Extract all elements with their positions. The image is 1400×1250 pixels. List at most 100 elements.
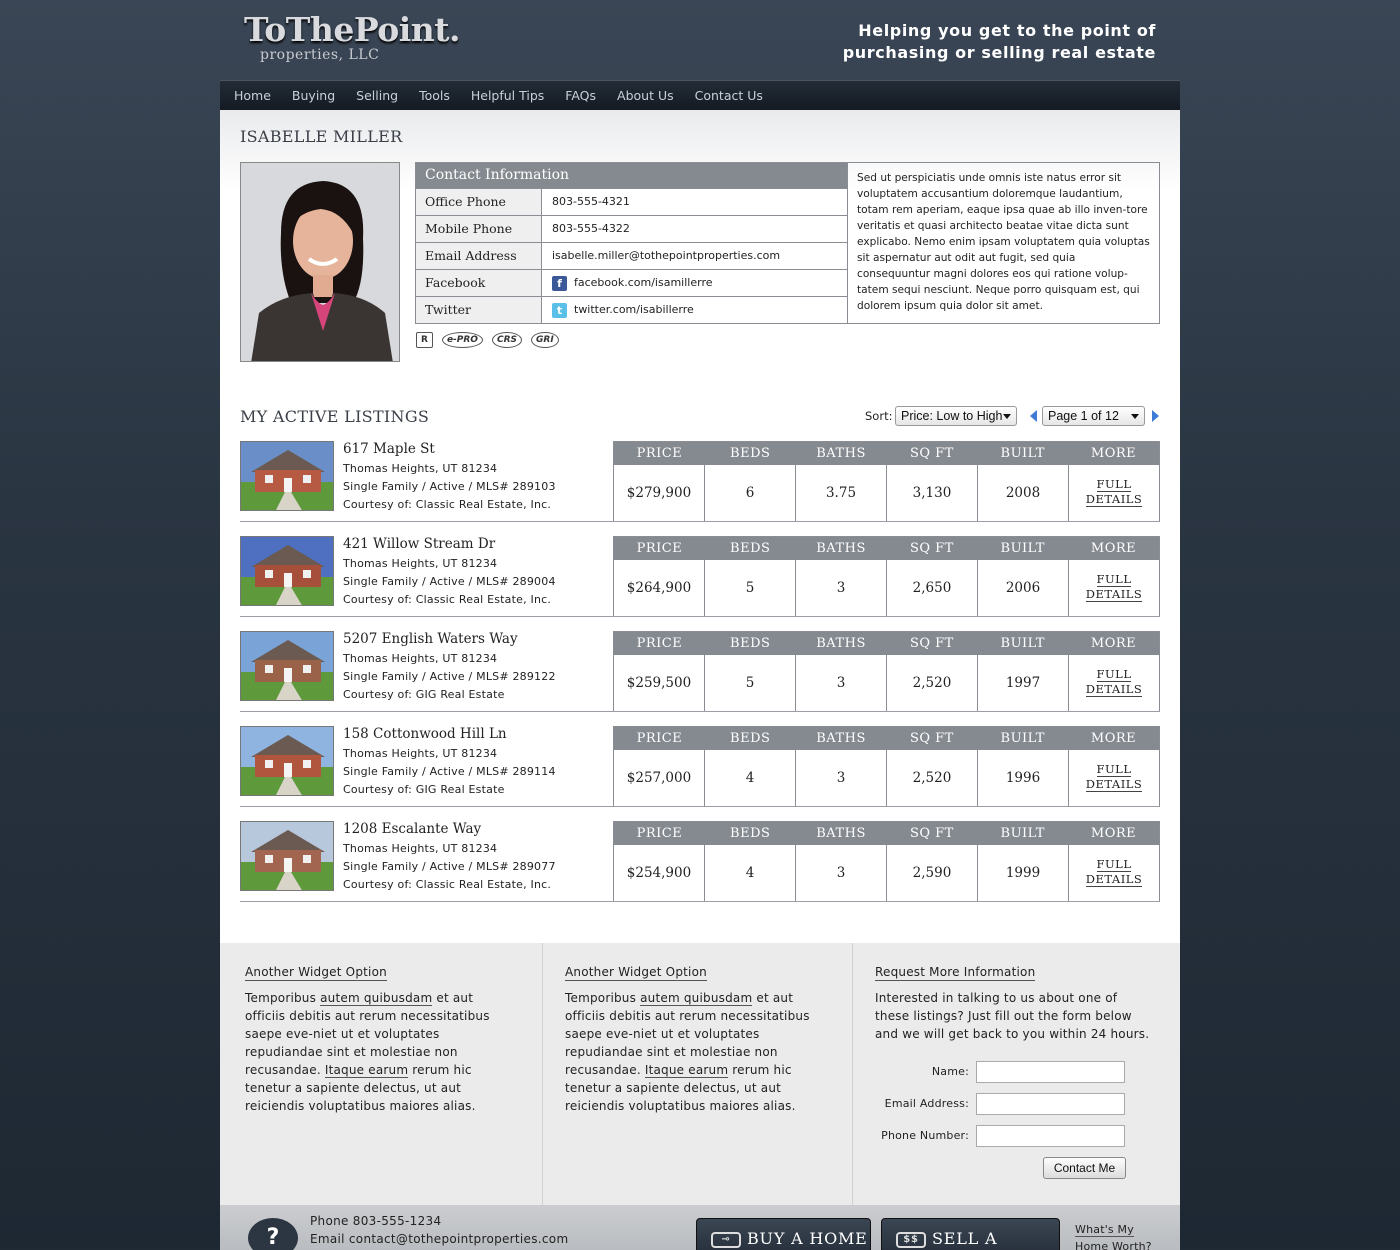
email-form-label: Email Address: (884, 1097, 969, 1110)
sort-select[interactable]: Price: Low to High (895, 406, 1017, 426)
full-details-line-2[interactable]: DETAILS (1085, 682, 1143, 697)
agent-bio: Sed ut perspiciatis unde omnis iste natu… (847, 162, 1160, 324)
home-worth-line-1[interactable]: What's My (1075, 1223, 1134, 1237)
listing-courtesy: Courtesy of: GIG Real Estate (343, 783, 505, 796)
nav-contact-us[interactable]: Contact Us (695, 81, 763, 111)
header-built: BUILT (1000, 541, 1045, 556)
header-built: BUILT (1000, 636, 1045, 651)
full-details-line-1[interactable]: FULL (1096, 762, 1132, 777)
sell-a-home-button[interactable]: $$ SELL A HOME (881, 1218, 1060, 1250)
nav-helpful-tips[interactable]: Helpful Tips (471, 81, 544, 111)
logo[interactable]: ToThePoint. (244, 10, 461, 49)
next-page-arrow-icon[interactable] (1152, 410, 1159, 422)
listing-stats-header: PRICE BEDS BATHS SQ FT BUILT MORE (614, 442, 1159, 465)
chevron-down-icon (1131, 414, 1139, 419)
home-worth-line-2[interactable]: Home Worth? (1075, 1240, 1152, 1250)
listing-stats-header: PRICE BEDS BATHS SQ FT BUILT MORE (614, 822, 1159, 845)
full-details-line-2[interactable]: DETAILS (1085, 492, 1143, 507)
listing-thumbnail[interactable] (240, 536, 334, 606)
facebook-row: Facebook f facebook.com/isamillerre (416, 269, 847, 296)
listing-type: Single Family / Active / MLS# 289103 (343, 480, 556, 493)
full-details-line-1[interactable]: FULL (1096, 667, 1132, 682)
full-details-line-2[interactable]: DETAILS (1085, 872, 1143, 887)
office-phone-row: Office Phone 803-555-4321 (416, 188, 847, 215)
nav-buying[interactable]: Buying (292, 81, 335, 111)
listing-thumbnail[interactable] (240, 821, 334, 891)
contact-me-button[interactable]: Contact Me (1043, 1157, 1126, 1179)
listing-address[interactable]: 5207 English Waters Way (343, 631, 518, 647)
listing-thumbnail[interactable] (240, 631, 334, 701)
widget-2-link-2[interactable]: Itaque earum (644, 1063, 729, 1078)
facebook-link[interactable]: facebook.com/isamillerre (574, 270, 713, 296)
listing-baths: 3.75 (796, 465, 887, 521)
buy-a-home-button[interactable]: ⊸ BUY A HOME (696, 1218, 871, 1250)
listing-sqft: 2,520 (887, 750, 978, 806)
full-details-link[interactable]: FULL DETAILS (1069, 750, 1159, 806)
email-input[interactable] (976, 1093, 1125, 1115)
full-details-link[interactable]: FULL DETAILS (1069, 560, 1159, 616)
listings-title: MY ACTIVE LISTINGS (240, 407, 430, 426)
listing-address[interactable]: 158 Cottonwood Hill Ln (343, 726, 507, 742)
listing-city: Thomas Heights, UT 81234 (343, 462, 498, 475)
phone-input[interactable] (976, 1125, 1125, 1147)
listing-address[interactable]: 1208 Escalante Way (343, 821, 481, 837)
widget-2-text-1: Temporibus (565, 991, 641, 1005)
nav-selling[interactable]: Selling (356, 81, 398, 111)
full-details-line-2[interactable]: DETAILS (1085, 777, 1143, 792)
request-info-text: Interested in talking to us about one of… (875, 991, 1150, 1041)
listing-row: 5207 English Waters Way Thomas Heights, U… (240, 631, 1160, 712)
widget-1-title: Another Widget Option (245, 965, 387, 981)
full-details-line-1[interactable]: FULL (1096, 857, 1132, 872)
header-baths: BATHS (816, 826, 866, 841)
home-worth-link[interactable]: What's My Home Worth? (1075, 1221, 1152, 1250)
widget-1-link-2[interactable]: Itaque earum (324, 1063, 409, 1078)
email-link[interactable]: isabelle.miller@tothepointproperties.com (552, 243, 780, 269)
listing-thumbnail[interactable] (240, 726, 334, 796)
twitter-value[interactable]: t twitter.com/isabillerre (542, 297, 847, 323)
nav-tools[interactable]: Tools (419, 81, 450, 111)
listing-price: $279,900 (614, 465, 705, 521)
phone-row: Phone Number: (853, 1125, 1153, 1147)
name-label: Name: (931, 1065, 969, 1078)
listing-address[interactable]: 617 Maple St (343, 441, 435, 457)
full-details-line-1[interactable]: FULL (1096, 477, 1132, 492)
page-select[interactable]: Page 1 of 12 (1042, 406, 1145, 426)
listing-stats-table: PRICE BEDS BATHS SQ FT BUILT MORE $254,900 4 3 2,… (613, 821, 1160, 901)
full-details-line-2[interactable]: DETAILS (1085, 587, 1143, 602)
listing-built: 1996 (978, 750, 1069, 806)
full-details-link[interactable]: FULL DETAILS (1069, 655, 1159, 711)
widget-1-text-1: Temporibus (245, 991, 321, 1005)
facebook-value[interactable]: f facebook.com/isamillerre (542, 270, 847, 296)
listing-courtesy: Courtesy of: Classic Real Estate, Inc. (343, 593, 552, 606)
listing-beds: 4 (705, 845, 796, 901)
twitter-row: Twitter t twitter.com/isabillerre (416, 296, 847, 323)
listing-price: $254,900 (614, 845, 705, 901)
listing-row: 617 Maple St Thomas Heights, UT 81234 Sing… (240, 441, 1160, 522)
listing-address[interactable]: 421 Willow Stream Dr (343, 536, 495, 552)
footer-email[interactable]: Email contact@tothepointproperties.com (310, 1232, 568, 1246)
nav-faqs[interactable]: FAQs (565, 81, 596, 111)
email-value[interactable]: isabelle.miller@tothepointproperties.com (542, 243, 847, 269)
name-input[interactable] (976, 1061, 1125, 1083)
contact-info-table: Contact Information Office Phone 803-555… (415, 162, 848, 324)
full-details-link[interactable]: FULL DETAILS (1069, 845, 1159, 901)
header-price: PRICE (636, 636, 683, 651)
header-built: BUILT (1000, 826, 1045, 841)
widget-1-link-1[interactable]: autem quibusdam (320, 991, 433, 1006)
help-icon: ? (248, 1218, 298, 1250)
listing-stats-table: PRICE BEDS BATHS SQ FT BUILT MORE $259,500 5 3 2,… (613, 631, 1160, 711)
nav-about-us[interactable]: About Us (617, 81, 674, 111)
full-details-line-1[interactable]: FULL (1096, 572, 1132, 587)
full-details-link[interactable]: FULL DETAILS (1069, 465, 1159, 521)
office-phone-value: 803-555-4321 (542, 189, 847, 215)
listing-type: Single Family / Active / MLS# 289004 (343, 575, 556, 588)
header-price: PRICE (636, 541, 683, 556)
listing-courtesy: Courtesy of: Classic Real Estate, Inc. (343, 878, 552, 891)
prev-page-arrow-icon[interactable] (1030, 410, 1037, 422)
nav-home[interactable]: Home (234, 81, 271, 111)
widget-2-link-1[interactable]: autem quibusdam (640, 991, 753, 1006)
listing-thumbnail[interactable] (240, 441, 334, 511)
listing-beds: 4 (705, 750, 796, 806)
twitter-link[interactable]: twitter.com/isabillerre (574, 297, 694, 323)
header-beds: BEDS (730, 636, 771, 651)
